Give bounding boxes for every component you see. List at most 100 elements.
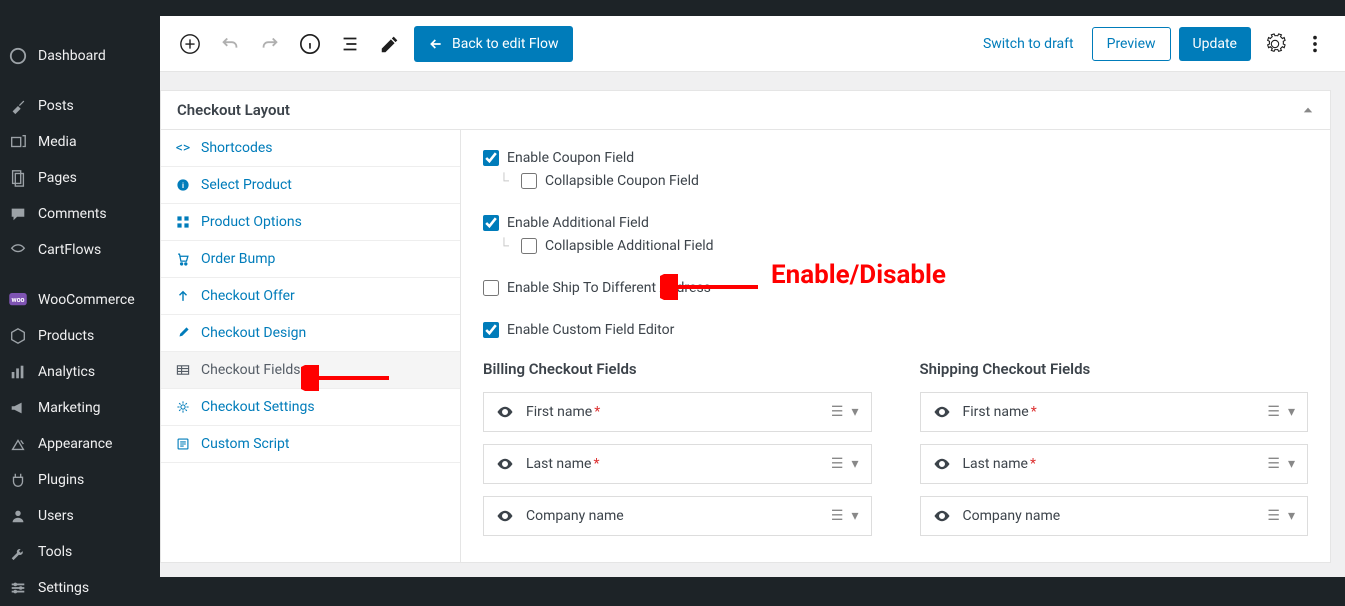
billing-field-row[interactable]: First name* ☰▾ (483, 392, 872, 432)
undo-button[interactable] (214, 28, 246, 60)
shipping-field-row[interactable]: Company name ☰▾ (920, 496, 1309, 536)
enable-custom-editor-checkbox[interactable] (483, 322, 499, 338)
sidebar-item-dashboard[interactable]: Dashboard (0, 38, 160, 74)
chevron-down-icon[interactable]: ▾ (1288, 404, 1295, 420)
eye-icon (496, 403, 514, 421)
sidebar-label: Tools (38, 544, 72, 560)
sidebar-item-cartflows[interactable]: CartFlows (0, 232, 160, 268)
chevron-down-icon[interactable]: ▾ (1288, 456, 1295, 472)
sidebar-item-users[interactable]: Users (0, 498, 160, 534)
collapse-icon[interactable] (1302, 104, 1314, 116)
more-options-button[interactable] (1299, 28, 1331, 60)
enable-ship-diff-row: Enable Ship To Different Address (483, 280, 1308, 296)
chevron-down-icon[interactable]: ▾ (851, 404, 858, 420)
eye-icon (933, 455, 951, 473)
sidebar-label: Users (38, 508, 74, 524)
subnav-custom-script[interactable]: Custom Script (161, 426, 460, 463)
chevron-down-icon[interactable]: ▾ (1288, 508, 1295, 524)
enable-additional-checkbox[interactable] (483, 215, 499, 231)
outline-button[interactable] (334, 28, 366, 60)
analytics-icon (8, 362, 28, 382)
shipping-field-row[interactable]: First name* ☰▾ (920, 392, 1309, 432)
sidebar-item-media[interactable]: Media (0, 124, 160, 160)
sidebar-label: Dashboard (38, 48, 106, 64)
gear-icon (175, 399, 191, 415)
comment-icon (8, 204, 28, 224)
brush-icon (175, 325, 191, 341)
subnav-checkout-offer[interactable]: Checkout Offer (161, 278, 460, 315)
svg-text:i: i (182, 181, 184, 190)
subnav-select-product[interactable]: iSelect Product (161, 167, 460, 204)
billing-title: Billing Checkout Fields (483, 360, 872, 378)
sidebar-label: Settings (38, 580, 89, 596)
table-icon (175, 362, 191, 378)
sidebar-item-pages[interactable]: Pages (0, 160, 160, 196)
menu-icon[interactable]: ☰ (1267, 404, 1280, 420)
arrow-up-icon (175, 288, 191, 304)
update-button[interactable]: Update (1179, 27, 1251, 61)
subnav-order-bump[interactable]: Order Bump (161, 241, 460, 278)
shipping-field-row[interactable]: Last name* ☰▾ (920, 444, 1309, 484)
enable-custom-editor-row: Enable Custom Field Editor (483, 322, 1308, 338)
billing-field-row[interactable]: Company name ☰▾ (483, 496, 872, 536)
menu-icon[interactable]: ☰ (1267, 456, 1280, 472)
billing-fields-column: Billing Checkout Fields First name* ☰▾ L… (483, 360, 872, 548)
arrow-left-icon (428, 36, 444, 52)
sidebar-item-posts[interactable]: Posts (0, 88, 160, 124)
sidebar-item-appearance[interactable]: Appearance (0, 426, 160, 462)
pin-icon (8, 96, 28, 116)
menu-icon[interactable]: ☰ (831, 456, 844, 472)
subnav-checkout-settings[interactable]: Checkout Settings (161, 389, 460, 426)
info-button[interactable] (294, 28, 326, 60)
products-icon (8, 326, 28, 346)
menu-icon[interactable]: ☰ (831, 508, 844, 524)
chevron-down-icon[interactable]: ▾ (851, 508, 858, 524)
sidebar-item-plugins[interactable]: Plugins (0, 462, 160, 498)
enable-additional-row: Enable Additional Field (483, 215, 1308, 231)
back-label: Back to edit Flow (452, 36, 559, 52)
subnav-product-options[interactable]: Product Options (161, 204, 460, 241)
enable-coupon-checkbox[interactable] (483, 150, 499, 166)
editor-toolbar: Back to edit Flow Switch to draft Previe… (160, 16, 1345, 72)
appearance-icon (8, 434, 28, 454)
billing-field-row[interactable]: Last name* ☰▾ (483, 444, 872, 484)
collapsible-additional-checkbox[interactable] (521, 238, 537, 254)
sidebar-item-comments[interactable]: Comments (0, 196, 160, 232)
cartflows-icon (8, 240, 28, 260)
sidebar-item-woocommerce[interactable]: woo WooCommerce (0, 282, 160, 318)
eye-icon (496, 455, 514, 473)
add-block-button[interactable] (174, 28, 206, 60)
sidebar-item-analytics[interactable]: Analytics (0, 354, 160, 390)
shipping-fields-column: Shipping Checkout Fields First name* ☰▾ … (920, 360, 1309, 548)
settings-gear-button[interactable] (1259, 28, 1291, 60)
woo-icon: woo (8, 290, 28, 310)
info-icon: i (175, 177, 191, 193)
enable-ship-diff-checkbox[interactable] (483, 280, 499, 296)
subnav-checkout-fields[interactable]: Checkout Fields (161, 352, 460, 389)
sidebar-item-marketing[interactable]: Marketing (0, 390, 160, 426)
redo-button[interactable] (254, 28, 286, 60)
sidebar-label: Products (38, 328, 94, 344)
svg-text:woo: woo (11, 296, 24, 304)
menu-icon[interactable]: ☰ (1267, 508, 1280, 524)
edit-button[interactable] (374, 28, 406, 60)
switch-to-draft-button[interactable]: Switch to draft (973, 36, 1084, 52)
collapsible-additional-row: └ Collapsible Additional Field (499, 237, 1308, 254)
subnav-shortcodes[interactable]: <>Shortcodes (161, 130, 460, 167)
grid-icon (175, 214, 191, 230)
back-to-flow-button[interactable]: Back to edit Flow (414, 26, 573, 62)
sidebar-item-products[interactable]: Products (0, 318, 160, 354)
eye-icon (933, 507, 951, 525)
sidebar-label: Pages (38, 170, 77, 186)
shipping-title: Shipping Checkout Fields (920, 360, 1309, 378)
sidebar-label: Comments (38, 206, 107, 222)
cart-icon (175, 251, 191, 267)
subnav-checkout-design[interactable]: Checkout Design (161, 315, 460, 352)
sidebar-item-tools[interactable]: Tools (0, 534, 160, 570)
sidebar-item-settings[interactable]: Settings (0, 570, 160, 606)
preview-button[interactable]: Preview (1092, 27, 1171, 61)
panel-subnav: <>Shortcodes iSelect Product Product Opt… (161, 130, 461, 562)
collapsible-coupon-checkbox[interactable] (521, 173, 537, 189)
chevron-down-icon[interactable]: ▾ (851, 456, 858, 472)
menu-icon[interactable]: ☰ (831, 404, 844, 420)
